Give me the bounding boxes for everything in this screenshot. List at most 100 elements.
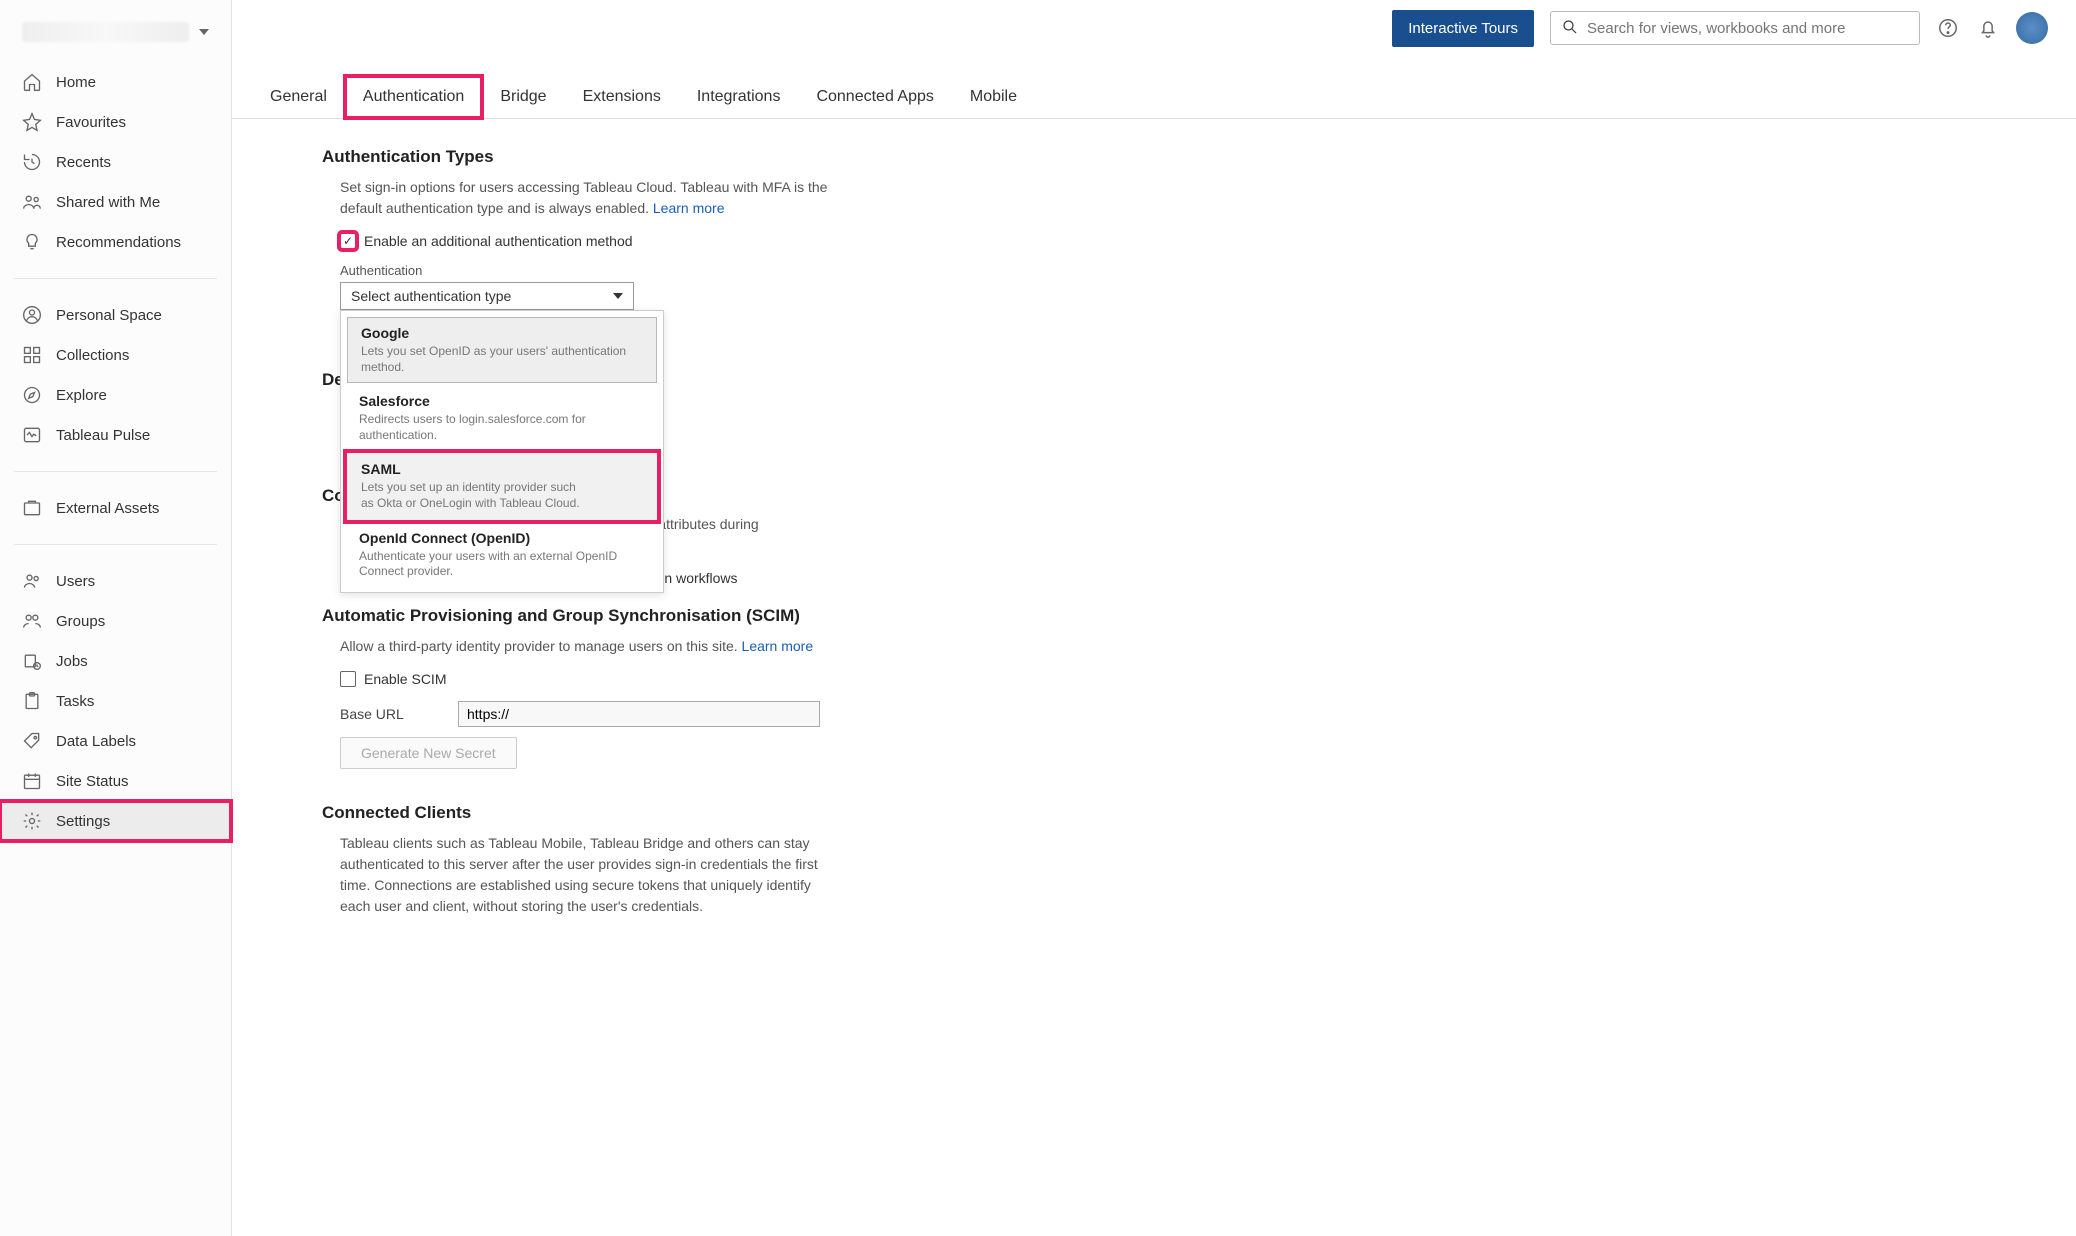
star-icon — [22, 112, 42, 132]
sidebar-nav-admin: Users Groups Jobs Tasks Data Labels Site… — [0, 555, 231, 847]
generate-secret-button: Generate New Secret — [340, 737, 517, 769]
help-icon[interactable] — [1936, 16, 1960, 40]
sidebar-item-label: Recommendations — [56, 234, 181, 251]
auth-option-openid[interactable]: OpenId Connect (OpenID) Authenticate you… — [345, 522, 659, 588]
interactive-tours-button[interactable]: Interactive Tours — [1392, 10, 1534, 47]
auth-option-title: SAML — [361, 461, 643, 477]
sidebar: Home Favourites Recents Shared with Me R… — [0, 0, 232, 1236]
tab-connected-apps[interactable]: Connected Apps — [798, 76, 951, 118]
sidebar-item-home[interactable]: Home — [0, 62, 231, 102]
external-assets-icon — [22, 498, 42, 518]
auth-option-desc: Lets you set up an identity provider suc… — [361, 480, 591, 511]
auth-select[interactable]: Select authentication type Google Lets y… — [340, 282, 634, 310]
auth-types-heading: Authentication Types — [322, 147, 1112, 167]
search-input[interactable] — [1587, 20, 1909, 37]
sidebar-item-label: Recents — [56, 154, 111, 171]
tab-integrations[interactable]: Integrations — [679, 76, 799, 118]
enable-additional-auth-checkbox[interactable] — [340, 233, 356, 249]
clipboard-icon — [22, 691, 42, 711]
sidebar-nav-external: External Assets — [0, 482, 231, 534]
sidebar-item-label: Data Labels — [56, 733, 136, 750]
content-area: Authentication Types Set sign-in options… — [232, 119, 1152, 1005]
sidebar-item-label: Personal Space — [56, 307, 162, 324]
search-icon — [1561, 18, 1579, 39]
connected-clients-heading: Connected Clients — [322, 803, 1112, 823]
auth-option-google[interactable]: Google Lets you set OpenID as your users… — [347, 317, 657, 383]
tab-general[interactable]: General — [252, 76, 345, 118]
sidebar-item-personal-space[interactable]: Personal Space — [0, 295, 231, 335]
sidebar-item-explore[interactable]: Explore — [0, 375, 231, 415]
base-url-label: Base URL — [340, 706, 418, 722]
sidebar-item-label: Tableau Pulse — [56, 427, 150, 444]
sidebar-item-label: Collections — [56, 347, 129, 364]
jobs-icon — [22, 651, 42, 671]
sidebar-item-label: External Assets — [56, 500, 159, 517]
sidebar-item-site-status[interactable]: Site Status — [0, 761, 231, 801]
sidebar-item-label: Settings — [56, 813, 110, 830]
users-icon — [22, 571, 42, 591]
recents-icon — [22, 152, 42, 172]
sidebar-item-pulse[interactable]: Tableau Pulse — [0, 415, 231, 455]
base-url-input[interactable] — [458, 701, 820, 727]
sidebar-item-data-labels[interactable]: Data Labels — [0, 721, 231, 761]
tab-mobile[interactable]: Mobile — [952, 76, 1035, 118]
auth-option-title: Google — [361, 325, 643, 341]
sidebar-item-external-assets[interactable]: External Assets — [0, 488, 231, 528]
section-auth-types: Authentication Types Set sign-in options… — [322, 147, 1112, 310]
auth-option-title: OpenId Connect (OpenID) — [359, 530, 645, 546]
sidebar-item-label: Users — [56, 573, 95, 590]
sidebar-item-collections[interactable]: Collections — [0, 335, 231, 375]
search-box[interactable] — [1550, 11, 1920, 45]
gear-icon — [22, 811, 42, 831]
section-scim: Automatic Provisioning and Group Synchro… — [322, 606, 1112, 769]
tab-bridge[interactable]: Bridge — [482, 76, 564, 118]
sidebar-item-label: Shared with Me — [56, 194, 160, 211]
sidebar-item-label: Favourites — [56, 114, 126, 131]
sidebar-item-recommendations[interactable]: Recommendations — [0, 222, 231, 262]
enable-additional-auth-row: Enable an additional authentication meth… — [340, 233, 1112, 249]
sidebar-item-label: Jobs — [56, 653, 88, 670]
auth-types-desc: Set sign-in options for users accessing … — [340, 177, 860, 219]
enable-scim-label: Enable SCIM — [364, 671, 446, 687]
auth-option-desc: Lets you set OpenID as your users' authe… — [361, 344, 643, 375]
learn-more-link[interactable]: Learn more — [653, 200, 725, 216]
sidebar-item-groups[interactable]: Groups — [0, 601, 231, 641]
main-panel: Interactive Tours General Authentication… — [232, 0, 2076, 1236]
site-name-redacted — [22, 22, 189, 42]
tab-authentication[interactable]: Authentication — [345, 76, 482, 118]
sidebar-item-favourites[interactable]: Favourites — [0, 102, 231, 142]
auth-select-dropdown: Google Lets you set OpenID as your users… — [340, 310, 664, 593]
shared-icon — [22, 192, 42, 212]
sidebar-nav-workspace: Personal Space Collections Explore Table… — [0, 289, 231, 461]
sidebar-item-settings[interactable]: Settings — [0, 801, 231, 841]
sidebar-item-jobs[interactable]: Jobs — [0, 641, 231, 681]
base-url-row: Base URL — [340, 701, 1112, 727]
enable-scim-checkbox[interactable] — [340, 671, 356, 687]
divider — [14, 471, 217, 472]
enable-additional-auth-label: Enable an additional authentication meth… — [364, 233, 633, 249]
sidebar-item-users[interactable]: Users — [0, 561, 231, 601]
auth-option-saml[interactable]: SAML Lets you set up an identity provide… — [347, 453, 657, 519]
auth-select-box[interactable]: Select authentication type — [340, 282, 634, 310]
site-switcher[interactable] — [0, 0, 231, 56]
sidebar-item-shared[interactable]: Shared with Me — [0, 182, 231, 222]
learn-more-link[interactable]: Learn more — [742, 638, 814, 654]
sidebar-item-tasks[interactable]: Tasks — [0, 681, 231, 721]
user-avatar[interactable] — [2016, 12, 2048, 44]
topbar: Interactive Tours — [232, 0, 2076, 56]
auth-option-desc: Redirects users to login.salesforce.com … — [359, 412, 645, 443]
chevron-down-icon — [613, 293, 623, 299]
auth-select-label: Authentication — [340, 263, 1112, 278]
section-connected-clients: Connected Clients Tableau clients such a… — [322, 803, 1112, 917]
sidebar-item-label: Groups — [56, 613, 105, 630]
chevron-down-icon — [199, 29, 209, 35]
sidebar-item-recents[interactable]: Recents — [0, 142, 231, 182]
divider — [14, 544, 217, 545]
auth-option-salesforce[interactable]: Salesforce Redirects users to login.sale… — [345, 385, 659, 451]
compass-icon — [22, 385, 42, 405]
tab-extensions[interactable]: Extensions — [565, 76, 679, 118]
notifications-icon[interactable] — [1976, 16, 2000, 40]
scim-heading: Automatic Provisioning and Group Synchro… — [322, 606, 1112, 626]
sidebar-item-label: Home — [56, 74, 96, 91]
bulb-icon — [22, 232, 42, 252]
